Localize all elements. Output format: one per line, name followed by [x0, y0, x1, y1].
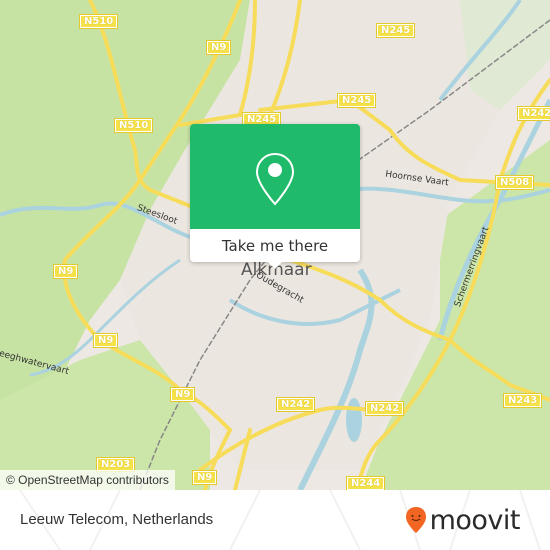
road-label-n243: N243 [502, 393, 543, 408]
lake-south [346, 398, 362, 442]
map-view[interactable]: N510 N9 N245 N245 N245 N510 N242 N508 N9… [0, 0, 550, 490]
footer-bar: Leeuw Telecom, Netherlands moovit [0, 490, 550, 550]
road-label-n9: N9 [205, 40, 232, 55]
road-label-n245: N245 [336, 93, 377, 108]
road-label-n510: N510 [78, 14, 119, 29]
road-label-n510: N510 [113, 118, 154, 133]
popup-header [190, 124, 360, 229]
road-label-n242: N242 [516, 106, 550, 121]
road-label-n9: N9 [52, 264, 79, 279]
take-me-there-button[interactable]: Take me there [190, 229, 360, 262]
moovit-wordmark: moovit [429, 504, 521, 536]
moovit-logo[interactable]: moovit [405, 504, 521, 536]
road-label-n9: N9 [92, 333, 119, 348]
road-label-n9: N9 [191, 470, 218, 485]
location-popup: Take me there [190, 124, 360, 269]
place-name: Leeuw Telecom, Netherlands [20, 511, 214, 528]
road-label-n242: N242 [364, 401, 405, 416]
moovit-pin-icon [405, 507, 426, 533]
road-label-n244: N244 [345, 476, 386, 490]
road-label-n508: N508 [494, 175, 535, 190]
road-label-n245: N245 [375, 23, 416, 38]
road-label-n242: N242 [275, 397, 316, 412]
map-pin-icon [255, 152, 295, 206]
osm-attribution[interactable]: © OpenStreetMap contributors [0, 470, 175, 490]
road-label-n9: N9 [169, 387, 196, 402]
popup-pointer [267, 261, 283, 269]
